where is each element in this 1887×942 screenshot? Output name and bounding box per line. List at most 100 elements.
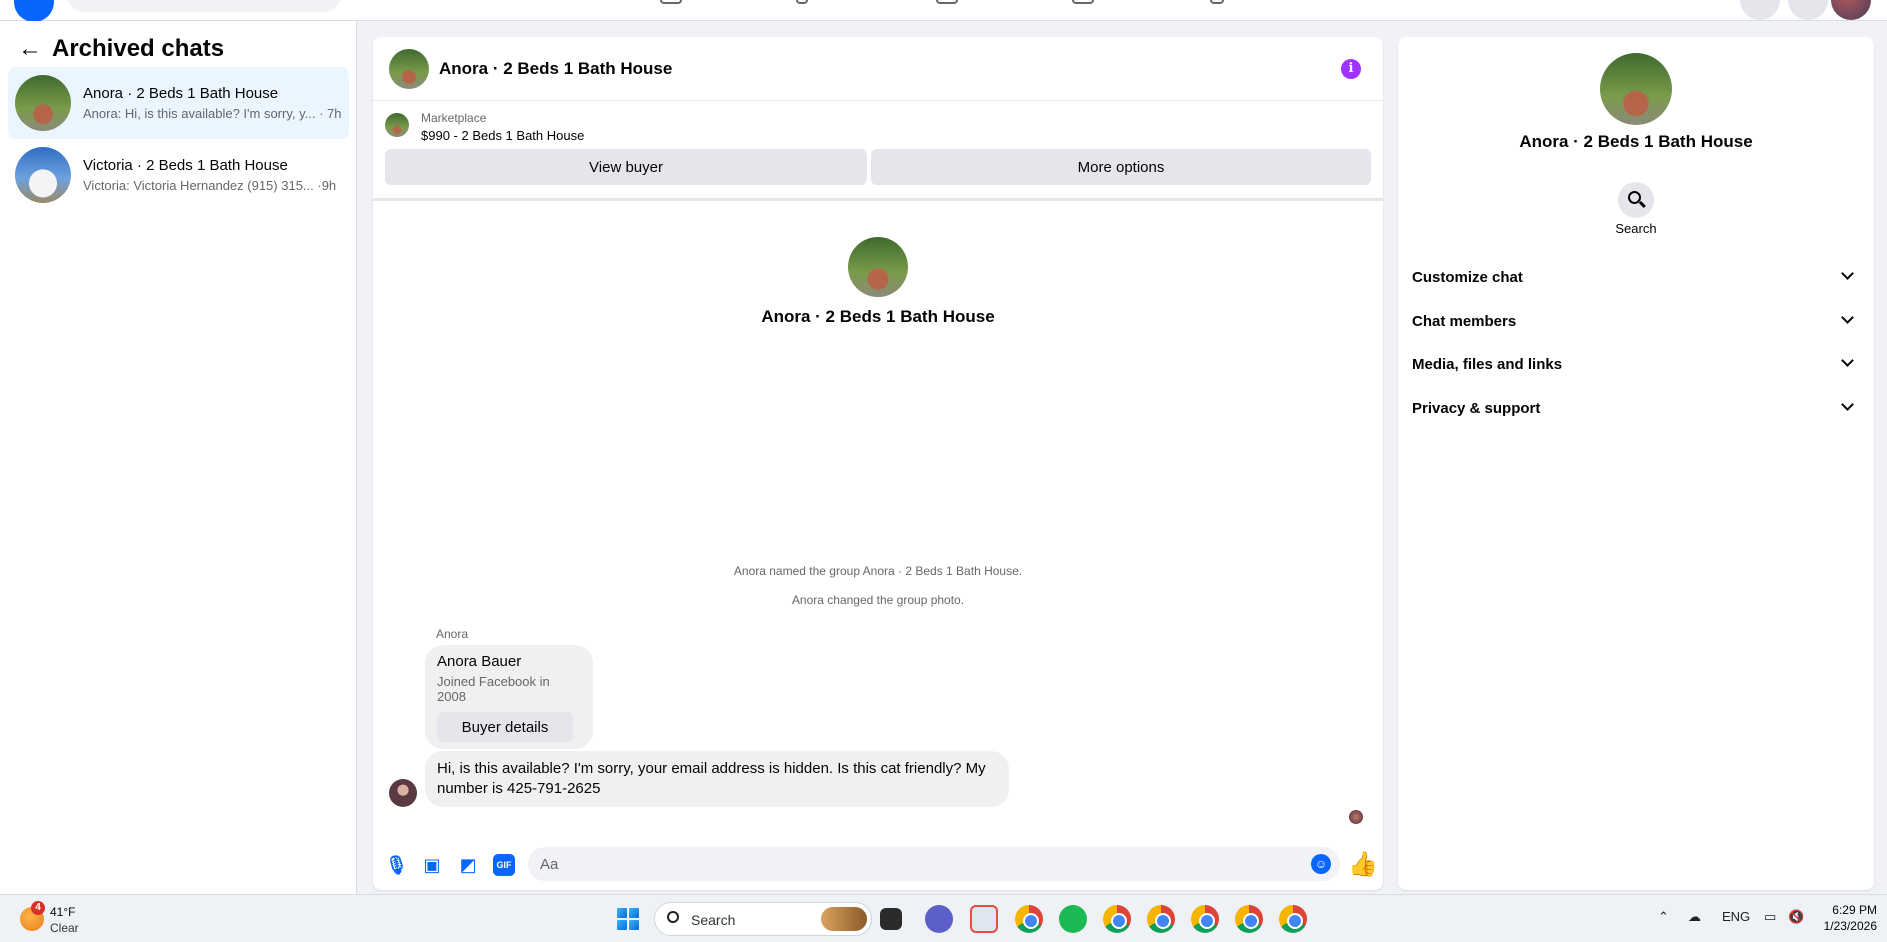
conversation-avatar[interactable] (389, 48, 429, 89)
section-chat-members[interactable]: Chat members (1406, 301, 1866, 341)
listing-title: $990 - 2 Beds 1 Bath House (421, 128, 585, 143)
conversation-title[interactable]: Anora · 2 Beds 1 Bath House (439, 59, 672, 79)
buyer-name: Anora Bauer (437, 653, 522, 670)
clock-time: 6:29 PM (1832, 903, 1877, 917)
chat-text: Anora · 2 Beds 1 Bath House Anora: Hi, i… (83, 85, 341, 121)
sender-name: Anora (436, 627, 469, 641)
section-customize-chat[interactable]: Customize chat (1406, 257, 1866, 297)
search-icon (667, 911, 679, 923)
thumbs-up-icon[interactable]: 👍 (1348, 850, 1378, 879)
more-options-button[interactable]: More options (871, 149, 1371, 185)
cloud-offline-icon[interactable]: ☁ (1688, 909, 1701, 925)
message-bubble[interactable]: Hi, is this available? I'm sorry, your e… (425, 751, 1009, 807)
system-message: Anora named the group Anora · 2 Beds 1 B… (733, 564, 1023, 578)
windows-start-icon[interactable] (617, 908, 639, 930)
chat-avatar (15, 147, 71, 203)
gif-icon[interactable]: GIF (493, 854, 515, 876)
section-label: Customize chat (1412, 268, 1523, 286)
microphone-icon[interactable]: 🎙 (385, 854, 408, 876)
photo-icon[interactable]: ▣ (421, 854, 443, 876)
chrome-icon[interactable] (1015, 905, 1043, 933)
chrome-profile-icon[interactable] (1103, 905, 1131, 933)
notifications-icon[interactable] (1788, 0, 1828, 20)
message-input[interactable] (528, 847, 1340, 881)
emoji-icon[interactable]: ☺ (1311, 854, 1331, 874)
chrome-profile-icon[interactable] (1191, 905, 1219, 933)
search-highlight-image (821, 907, 867, 931)
back-arrow-icon[interactable]: ← (18, 35, 52, 63)
nav-video-icon[interactable] (796, 0, 808, 4)
menu-grid-icon[interactable] (1740, 0, 1780, 20)
language-indicator[interactable]: ENG (1722, 909, 1750, 924)
search-label: Search (1615, 221, 1657, 236)
facebook-search-input[interactable] (66, 0, 342, 12)
intro-name: Anora · 2 Beds 1 Bath House (761, 307, 995, 326)
section-media-files-links[interactable]: Media, files and links (1406, 344, 1866, 384)
profile-avatar[interactable] (1831, 0, 1871, 20)
chat-list-item-anora[interactable]: Anora · 2 Beds 1 Bath House Anora: Hi, i… (8, 67, 349, 139)
seen-indicator-avatar (1349, 810, 1363, 824)
top-navigation-bar (0, 0, 1887, 22)
teams-icon[interactable] (925, 905, 953, 933)
conversation-header: Anora · 2 Beds 1 Bath House i (373, 37, 1383, 101)
chat-text: Victoria · 2 Beds 1 Bath House Victoria:… (83, 157, 336, 193)
chat-name: Victoria · 2 Beds 1 Bath House (83, 157, 288, 174)
volume-muted-icon[interactable]: 🔇 (1788, 909, 1804, 925)
marketplace-bar: Marketplace $990 - 2 Beds 1 Bath House V… (373, 101, 1383, 201)
network-icon[interactable]: ▭ (1764, 909, 1776, 925)
search-in-conversation-button[interactable] (1618, 182, 1654, 218)
section-label: Chat members (1412, 312, 1517, 330)
details-name: Anora · 2 Beds 1 Bath House (1519, 132, 1753, 151)
nav-gaming-icon[interactable] (1210, 0, 1224, 4)
marketplace-listing[interactable]: Marketplace $990 - 2 Beds 1 Bath House (385, 111, 1371, 143)
spotify-icon[interactable] (1059, 905, 1087, 933)
system-message: Anora changed the group photo. (791, 593, 965, 607)
chevron-up-icon[interactable]: ⌃ (1658, 909, 1669, 925)
weather-temperature[interactable]: 41°F (50, 905, 75, 919)
marketplace-buttons: View buyer More options (385, 149, 1371, 185)
sender-avatar[interactable] (389, 779, 417, 807)
listing-thumbnail (385, 113, 409, 137)
chat-preview: Victoria: Victoria Hernandez (915) 315..… (83, 178, 337, 193)
marketplace-label: Marketplace (421, 111, 487, 125)
taskbar-search[interactable]: Search (654, 902, 872, 936)
listing-text: Marketplace $990 - 2 Beds 1 Bath House (421, 111, 584, 143)
section-privacy-support[interactable]: Privacy & support (1406, 388, 1866, 428)
weather-badge: 4 (31, 901, 45, 915)
chat-name: Anora · 2 Beds 1 Bath House (83, 85, 279, 102)
view-buyer-button[interactable]: View buyer (385, 149, 867, 185)
chevron-down-icon (1841, 267, 1854, 280)
message-composer: 🎙 ▣ ◩ GIF ☺ 👍 (373, 840, 1383, 890)
info-icon[interactable]: i (1341, 59, 1361, 79)
windows-taskbar: 4 41°F Clear Search ⌃ ☁ ENG ▭ 🔇 6:29 PM … (0, 894, 1887, 942)
sticker-icon[interactable]: ◩ (457, 854, 479, 876)
intro-avatar (848, 237, 908, 297)
facebook-logo-icon[interactable] (14, 0, 54, 22)
chrome-profile-icon[interactable] (1279, 905, 1307, 933)
nav-marketplace-icon[interactable] (936, 0, 958, 4)
details-avatar[interactable] (1600, 53, 1672, 125)
nav-home-icon[interactable] (660, 0, 682, 4)
chrome-profile-icon[interactable] (1147, 905, 1175, 933)
file-explorer-icon[interactable] (880, 908, 902, 930)
chat-avatar (15, 75, 71, 131)
chevron-down-icon (1841, 398, 1854, 411)
chat-list-item-victoria[interactable]: Victoria · 2 Beds 1 Bath House Victoria:… (8, 139, 349, 211)
weather-condition[interactable]: Clear (50, 921, 79, 935)
chevron-down-icon (1841, 311, 1854, 324)
sidebar-title: Archived chats (52, 35, 225, 62)
taskbar-clock[interactable]: 6:29 PM 1/23/2026 (1824, 902, 1877, 934)
chat-preview: Anora: Hi, is this available? I'm sorry,… (83, 106, 342, 121)
nav-groups-icon[interactable] (1072, 0, 1094, 4)
section-label: Media, files and links (1412, 355, 1563, 373)
section-label: Privacy & support (1412, 399, 1541, 417)
chrome-profile-icon[interactable] (1235, 905, 1263, 933)
conversation-panel: Anora · 2 Beds 1 Bath House i Marketplac… (373, 37, 1383, 890)
chevron-down-icon (1841, 354, 1854, 367)
archived-chats-sidebar: ← Archived chats Anora · 2 Beds 1 Bath H… (0, 21, 357, 894)
taskbar-search-text: Search (691, 912, 736, 928)
chat-details-panel: Anora · 2 Beds 1 Bath House Search Custo… (1398, 37, 1874, 890)
snipping-tool-icon[interactable] (970, 905, 998, 933)
clock-date: 1/23/2026 (1823, 919, 1877, 933)
buyer-details-button[interactable]: Buyer details (437, 712, 573, 742)
